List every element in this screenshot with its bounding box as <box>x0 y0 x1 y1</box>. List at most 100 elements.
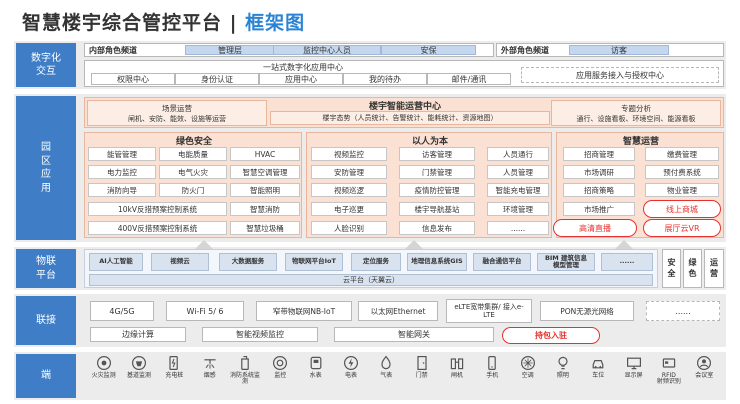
smart-ops-cell[interactable]: 缴费管理 <box>645 147 719 161</box>
center-apps[interactable]: 应用中心 <box>259 73 343 85</box>
building-situation[interactable]: 楼宇态势（人员统计、告警统计、能耗统计、资源地图） <box>270 111 550 125</box>
green-cell[interactable]: 电力监控 <box>88 165 156 179</box>
people-cell[interactable]: 视频监控 <box>311 147 387 161</box>
green-cell-wide[interactable]: 400V反措预案控制系统 <box>88 221 227 235</box>
smart-ops-cell[interactable]: 招商策略 <box>563 183 635 197</box>
smart-ops-cell[interactable]: 市场调研 <box>563 165 635 179</box>
scene-ops-box[interactable]: 场景运营 闸机、安防、能效、设施等运营 <box>87 100 267 126</box>
device-label: 闸机 <box>450 372 463 379</box>
device-item[interactable]: 水表 <box>298 355 333 379</box>
green-cell[interactable]: HVAC <box>230 147 300 161</box>
channel-visitor[interactable]: 访客 <box>569 45 669 55</box>
people-cell[interactable]: 人脸识别 <box>311 221 387 235</box>
green-cell[interactable]: 智慧垃圾桶 <box>230 221 300 235</box>
device-item[interactable]: 基道监测 <box>121 355 156 379</box>
green-cell[interactable]: 消防向导 <box>88 183 156 197</box>
device-item[interactable]: 消防系统监 测 <box>227 355 262 386</box>
people-cell[interactable]: 安防管理 <box>311 165 387 179</box>
green-cell[interactable]: 智能照明 <box>230 183 300 197</box>
connect-pon[interactable]: PON无源光网络 <box>540 301 634 321</box>
device-item[interactable]: 监控 <box>263 355 298 379</box>
iot-video-cloud[interactable]: 视频云 <box>151 253 209 271</box>
iot-more[interactable]: ...... <box>601 253 653 271</box>
ops-center: 楼宇智能运营中心 场景运营 闸机、安防、能效、设施等运营 楼宇态势（人员统计、告… <box>84 97 724 128</box>
smart-ops-cell[interactable]: 物业管理 <box>645 183 719 197</box>
settle-in-highlight[interactable]: 持包入驻 <box>502 327 600 344</box>
channel-management[interactable]: 管理层 <box>185 45 275 55</box>
green-cell[interactable]: 防火门 <box>159 183 227 197</box>
connect-4g5g[interactable]: 4G/5G <box>90 301 154 321</box>
center-permission[interactable]: 权限中心 <box>91 73 175 85</box>
connect-more[interactable]: ...... <box>646 301 720 321</box>
hd-live-highlight[interactable]: 高清直播 <box>553 219 637 237</box>
people-cell[interactable]: 信息发布 <box>399 221 475 235</box>
device-item[interactable]: 闸机 <box>439 355 474 379</box>
topic-analysis-box[interactable]: 专题分析 通行、设施看板、环境空间、能源看板 <box>551 100 721 126</box>
device-item[interactable]: 烟感 <box>192 355 227 379</box>
smart-ops-cell[interactable]: 预付费系统 <box>645 165 719 179</box>
iot-side-ops[interactable]: 运 营 <box>704 249 724 288</box>
connect-wifi[interactable]: Wi-Fi 5/ 6 <box>166 301 244 321</box>
connect-ethernet[interactable]: 以太网Ethernet <box>358 301 438 321</box>
iot-location[interactable]: 定位服务 <box>351 253 401 271</box>
iot-side-security[interactable]: 安 全 <box>662 249 681 288</box>
center-mail[interactable]: 邮件/通讯 <box>427 73 511 85</box>
people-cell[interactable]: ...... <box>487 221 549 235</box>
iot-bim[interactable]: BIM 建筑信息 模型管理 <box>537 253 595 271</box>
people-cell[interactable]: 访客管理 <box>399 147 475 161</box>
online-mall-highlight[interactable]: 线上商城 <box>643 200 721 218</box>
center-todo[interactable]: 我的待办 <box>343 73 427 85</box>
people-cell[interactable]: 人员通行 <box>487 147 549 161</box>
device-item[interactable]: 电表 <box>333 355 368 379</box>
smart-gateway[interactable]: 智能网关 <box>334 327 494 342</box>
green-cell-wide[interactable]: 10kV反措预案控制系统 <box>88 202 227 216</box>
green-cell[interactable]: 电气火灾 <box>159 165 227 179</box>
showroom-vr-highlight[interactable]: 展厅云VR <box>643 219 721 237</box>
device-item[interactable]: 气表 <box>369 355 404 379</box>
device-label: 照明 <box>556 372 569 379</box>
people-cell[interactable]: 楼宇导航基站 <box>399 202 475 216</box>
people-cell[interactable]: 环境管理 <box>487 202 549 216</box>
channel-security[interactable]: 安保 <box>381 45 476 55</box>
smart-video-monitor[interactable]: 智能视频监控 <box>202 327 318 342</box>
device-item[interactable]: 门禁 <box>404 355 439 379</box>
edge-computing[interactable]: 边缘计算 <box>90 327 186 342</box>
service-portal[interactable]: 应用服务接入与授权中心 <box>521 67 719 83</box>
device-item[interactable]: 火灾监测 <box>86 355 121 379</box>
device-item[interactable]: 会议室 <box>687 355 722 379</box>
device-item[interactable]: 显示屏 <box>616 355 651 379</box>
device-item[interactable]: 车位 <box>581 355 616 379</box>
people-cell[interactable]: 门禁管理 <box>399 165 475 179</box>
device-label: 会议室 <box>695 372 714 379</box>
cloud-platform[interactable]: 云平台（天翼云） <box>89 274 653 286</box>
people-cell[interactable]: 视频巡逻 <box>311 183 387 197</box>
device-item[interactable]: 手机 <box>475 355 510 379</box>
phone-icon <box>488 356 497 370</box>
green-cell[interactable]: 智慧消防 <box>230 202 300 216</box>
topic-analysis-title: 专题分析 <box>621 104 651 113</box>
iot-ai[interactable]: AI人工智能 <box>89 253 143 271</box>
green-cell[interactable]: 能管管理 <box>88 147 156 161</box>
device-item[interactable]: 充电桩 <box>157 355 192 379</box>
iot-big-data[interactable]: 大数据服务 <box>219 253 277 271</box>
green-cell[interactable]: 电能质量 <box>159 147 227 161</box>
smart-ops-cell[interactable]: 市场推广 <box>563 202 635 216</box>
device-item[interactable]: RFID 射频识别 <box>651 355 686 386</box>
people-cell[interactable]: 电子巡更 <box>311 202 387 216</box>
channel-monitor-staff[interactable]: 监控中心人员 <box>273 45 381 55</box>
device-item[interactable]: 照明 <box>545 355 580 379</box>
connect-elte[interactable]: eLTE宽带集群/ 接入e- LTE <box>446 299 532 323</box>
green-cell[interactable]: 智慧空调管理 <box>230 165 300 179</box>
smart-ops-cell[interactable]: 招商管理 <box>563 147 635 161</box>
iot-iot-platform[interactable]: 物联网平台IoT <box>285 253 343 271</box>
people-cell[interactable]: 疫情防控管理 <box>399 183 475 197</box>
people-cell[interactable]: 智能充电管理 <box>487 183 549 197</box>
people-cell[interactable]: 人员管理 <box>487 165 549 179</box>
iot-gis[interactable]: 地理信息系统GIS <box>407 253 467 271</box>
center-identity[interactable]: 身份认证 <box>175 73 259 85</box>
device-item[interactable]: 空调 <box>510 355 545 379</box>
iot-side-green[interactable]: 绿 色 <box>683 249 702 288</box>
scene-ops-sub: 闸机、安防、能效、设施等运营 <box>128 115 226 123</box>
iot-comm[interactable]: 融合通信平台 <box>473 253 531 271</box>
connect-nbiot[interactable]: 窄带物联网NB-IoT <box>256 301 352 321</box>
